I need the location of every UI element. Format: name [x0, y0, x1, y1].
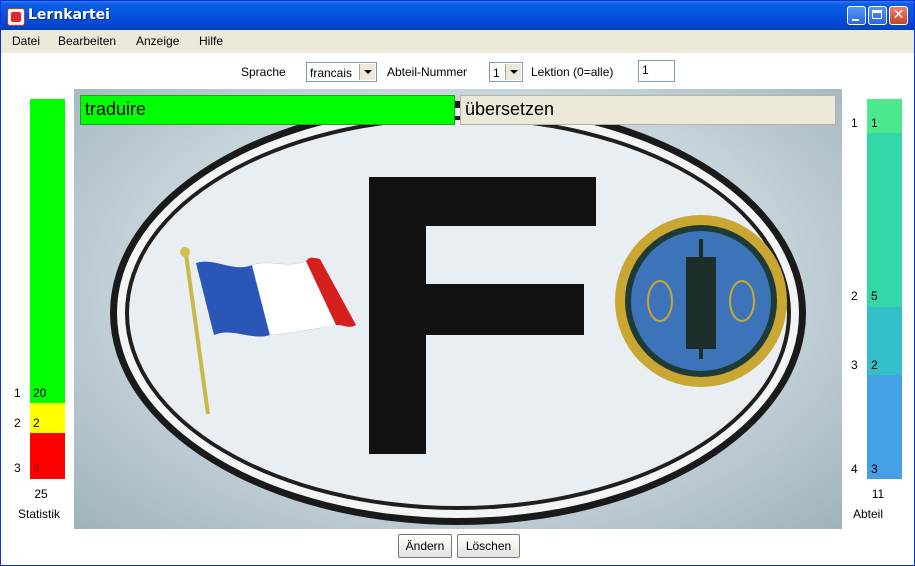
sprache-label: Sprache	[241, 65, 286, 79]
window-title: Lernkartei	[28, 7, 110, 23]
card-image	[74, 89, 842, 529]
maximize-button[interactable]	[868, 6, 887, 25]
abteil-row-count: 2	[871, 358, 878, 372]
abteil-nummer-select[interactable]: 1	[489, 62, 523, 82]
chevron-down-icon[interactable]	[359, 64, 375, 80]
menu-bar: Datei Bearbeiten Anzeige Hilfe	[1, 30, 233, 53]
menu-datei[interactable]: Datei	[12, 34, 40, 48]
abteil-row-number: 2	[851, 289, 858, 303]
question-field[interactable]: traduire	[80, 95, 455, 125]
statistik-row-count: 2	[33, 416, 40, 430]
title-bar[interactable]: Lernkartei ✕	[1, 1, 914, 30]
change-button[interactable]: Ändern	[398, 534, 452, 558]
close-button[interactable]: ✕	[889, 6, 908, 25]
statistik-row-number: 3	[14, 461, 21, 475]
minimize-button[interactable]	[847, 6, 866, 25]
statistik-row-number: 2	[14, 416, 21, 430]
statistik-row-number: 1	[14, 386, 21, 400]
close-icon: ✕	[892, 7, 905, 23]
maximize-icon	[872, 10, 882, 19]
sprache-select-value: francais	[310, 66, 353, 80]
lektion-label: Lektion (0=alle)	[531, 65, 614, 79]
chevron-down-icon[interactable]	[505, 64, 521, 80]
application-window: Lernkartei ✕ Datei Bearbeiten Anzeige Hi…	[0, 0, 915, 566]
abteil-row-count: 1	[871, 116, 878, 130]
abteil-nummer-select-value: 1	[493, 66, 500, 80]
sprache-select[interactable]: francais	[306, 62, 377, 82]
menu-anzeige[interactable]: Anzeige	[136, 34, 179, 48]
statistik-bar-1	[30, 99, 65, 403]
abteil-row-number: 1	[851, 116, 858, 130]
abteil-nummer-label: Abteil-Nummer	[387, 65, 468, 79]
statistik-row-count: 3	[33, 461, 40, 475]
statistik-caption: Statistik	[17, 507, 60, 521]
menu-hilfe[interactable]: Hilfe	[199, 34, 223, 48]
abteil-row-number: 4	[851, 462, 858, 476]
abteil-caption: Abteil	[852, 507, 884, 521]
minimize-icon	[852, 19, 859, 21]
abteil-total: 11	[871, 487, 885, 501]
statistik-row-count: 20	[33, 386, 47, 400]
menu-bearbeiten[interactable]: Bearbeiten	[58, 34, 116, 48]
answer-field[interactable]: übersetzen	[460, 95, 836, 125]
menu-bar-filler	[233, 30, 914, 53]
abteil-row-count: 5	[871, 289, 878, 303]
flagpole-finial	[180, 247, 190, 257]
abteil-row-count: 3	[871, 462, 878, 476]
french-oval-sticker-image	[110, 101, 806, 525]
abteil-row-number: 3	[851, 358, 858, 372]
abteil-bar-2	[867, 133, 902, 307]
app-icon[interactable]	[7, 8, 25, 26]
delete-button[interactable]: Löschen	[457, 534, 520, 558]
lektion-input[interactable]: 1	[638, 60, 675, 82]
statistik-total: 25	[34, 487, 48, 501]
